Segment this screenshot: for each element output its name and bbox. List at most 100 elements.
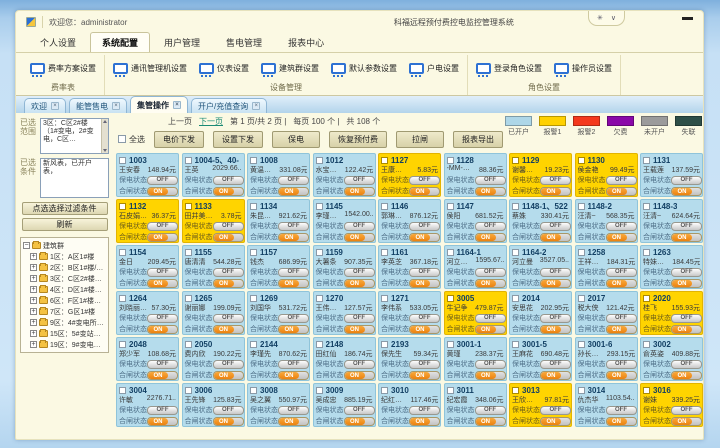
meter-card[interactable]: 1131王载莲137.59元保电状态OFF合闸状态ON bbox=[640, 153, 703, 197]
card-checkbox[interactable] bbox=[381, 341, 388, 348]
card-checkbox[interactable] bbox=[578, 249, 585, 256]
card-checkbox[interactable] bbox=[185, 341, 192, 348]
meter-card[interactable]: 2148田红仙186.74元保电状态OFF合闸状态ON bbox=[313, 337, 376, 381]
meter-card[interactable]: 1164-2河立曼3527.05..保电状态OFF合闸状态ON bbox=[509, 245, 572, 289]
switch-on-toggle[interactable]: ON bbox=[213, 371, 244, 380]
switch-on-toggle[interactable]: ON bbox=[475, 417, 506, 426]
switch-on-toggle[interactable]: ON bbox=[671, 417, 702, 426]
meter-card[interactable]: 1269刘国华531.72元保电状态OFF合闸状态ON bbox=[247, 291, 310, 335]
switch-on-toggle[interactable]: ON bbox=[147, 187, 178, 196]
switch-on-toggle[interactable]: ON bbox=[475, 279, 506, 288]
close-icon[interactable] bbox=[252, 102, 260, 110]
menu-tab-1[interactable]: 系统配置 bbox=[90, 32, 150, 52]
switch-on-toggle[interactable]: ON bbox=[540, 371, 571, 380]
tree-item[interactable]: 1区：A区1#楼 bbox=[23, 251, 107, 262]
pick-filter-button[interactable]: 点选选择过滤条件 bbox=[22, 202, 108, 215]
protect-off-toggle[interactable]: OFF bbox=[540, 222, 571, 231]
tree-item[interactable]: 6区：F区1#楼（F区1#… bbox=[23, 295, 107, 306]
card-checkbox[interactable] bbox=[119, 387, 126, 394]
ribbon-button[interactable]: 费率方案设置 bbox=[28, 62, 98, 75]
meter-card[interactable]: 2144李瑾先870.62元保电状态OFF合闸状态ON bbox=[247, 337, 310, 381]
switch-on-toggle[interactable]: ON bbox=[344, 187, 375, 196]
meter-card[interactable]: 1264刘晓丽…57.30元保电状态OFF合闸状态ON bbox=[116, 291, 179, 335]
card-checkbox[interactable] bbox=[578, 295, 585, 302]
menu-tab-4[interactable]: 报表中心 bbox=[276, 32, 336, 52]
card-checkbox[interactable] bbox=[447, 341, 454, 348]
expand-icon[interactable] bbox=[30, 264, 37, 271]
card-checkbox[interactable] bbox=[185, 295, 192, 302]
protect-off-toggle[interactable]: OFF bbox=[213, 406, 244, 415]
close-icon[interactable] bbox=[51, 102, 59, 110]
expand-icon[interactable] bbox=[30, 275, 37, 282]
card-checkbox[interactable] bbox=[447, 295, 454, 302]
meter-card[interactable]: 3010纪红霞…117.46元保电状态OFF合闸状态ON bbox=[378, 383, 441, 427]
card-checkbox[interactable] bbox=[512, 249, 519, 256]
switch-on-toggle[interactable]: ON bbox=[278, 233, 309, 242]
expand-icon[interactable] bbox=[30, 330, 37, 337]
meter-card[interactable]: 1154金日209.45元保电状态OFF合闸状态ON bbox=[116, 245, 179, 289]
action-button-4[interactable]: 拉闸 bbox=[396, 131, 444, 148]
select-all[interactable]: 全选 bbox=[118, 134, 145, 145]
switch-on-toggle[interactable]: ON bbox=[344, 417, 375, 426]
meter-card[interactable]: 1129谢馨…19.23元保电状态OFF合闸状态ON bbox=[509, 153, 572, 197]
meter-card[interactable]: 3006王先锋125.83元保电状态OFF合闸状态ON bbox=[182, 383, 245, 427]
meter-card[interactable]: 1157钱杰686.99元保电状态OFF合闸状态ON bbox=[247, 245, 310, 289]
meter-card[interactable]: 3004许敏2276.71..保电状态OFF合闸状态ON bbox=[116, 383, 179, 427]
card-checkbox[interactable] bbox=[381, 295, 388, 302]
protect-off-toggle[interactable]: OFF bbox=[213, 176, 244, 185]
switch-on-toggle[interactable]: ON bbox=[606, 371, 637, 380]
card-checkbox[interactable] bbox=[250, 203, 257, 210]
protect-off-toggle[interactable]: OFF bbox=[540, 176, 571, 185]
selected-condition-box[interactable]: 新风表，已开户表， bbox=[40, 158, 109, 198]
switch-on-toggle[interactable]: ON bbox=[540, 279, 571, 288]
card-checkbox[interactable] bbox=[512, 295, 519, 302]
select-all-checkbox[interactable] bbox=[118, 135, 126, 143]
ribbon-button[interactable]: 通讯管理机设置 bbox=[111, 62, 189, 75]
expand-icon[interactable] bbox=[30, 286, 37, 293]
expand-icon[interactable] bbox=[30, 297, 37, 304]
switch-on-toggle[interactable]: ON bbox=[671, 325, 702, 334]
doc-tab-3[interactable]: 开户/充值查询 bbox=[191, 98, 267, 113]
switch-on-toggle[interactable]: ON bbox=[344, 325, 375, 334]
card-checkbox[interactable] bbox=[381, 203, 388, 210]
expand-icon[interactable] bbox=[30, 253, 37, 260]
meter-card[interactable]: 1161李英芝367.18元保电状态OFF合闸状态ON bbox=[378, 245, 441, 289]
switch-on-toggle[interactable]: ON bbox=[278, 325, 309, 334]
card-checkbox[interactable] bbox=[185, 387, 192, 394]
meter-card[interactable]: 3005牛记争479.87元保电状态OFF合闸状态ON bbox=[444, 291, 507, 335]
protect-off-toggle[interactable]: OFF bbox=[147, 314, 178, 323]
protect-off-toggle[interactable]: OFF bbox=[278, 268, 309, 277]
ribbon-button[interactable]: 建筑群设置 bbox=[259, 62, 321, 75]
meter-card[interactable]: 3008吴之翼550.97元保电状态OFF合闸状态ON bbox=[247, 383, 310, 427]
switch-on-toggle[interactable]: ON bbox=[147, 371, 178, 380]
switch-on-toggle[interactable]: ON bbox=[671, 233, 702, 242]
meter-card[interactable]: 1164-1河立曼…1595.67..保电状态OFF合闸状态ON bbox=[444, 245, 507, 289]
protect-off-toggle[interactable]: OFF bbox=[344, 222, 375, 231]
protect-off-toggle[interactable]: OFF bbox=[409, 176, 440, 185]
meter-card[interactable]: 3016谢妹339.25元保电状态OFF合闸状态ON bbox=[640, 383, 703, 427]
card-checkbox[interactable] bbox=[578, 387, 585, 394]
meter-card[interactable]: 2048郑少军108.68元保电状态OFF合闸状态ON bbox=[116, 337, 179, 381]
protect-off-toggle[interactable]: OFF bbox=[475, 268, 506, 277]
card-checkbox[interactable] bbox=[512, 157, 519, 164]
scrollbar[interactable] bbox=[101, 119, 108, 153]
protect-off-toggle[interactable]: OFF bbox=[278, 176, 309, 185]
protect-off-toggle[interactable]: OFF bbox=[540, 314, 571, 323]
protect-off-toggle[interactable]: OFF bbox=[606, 222, 637, 231]
protect-off-toggle[interactable]: OFF bbox=[606, 268, 637, 277]
card-checkbox[interactable] bbox=[316, 387, 323, 394]
card-checkbox[interactable] bbox=[119, 203, 126, 210]
tree-item[interactable]: 2区：B区1#楼/B区1#… bbox=[23, 262, 107, 273]
switch-on-toggle[interactable]: ON bbox=[475, 325, 506, 334]
switch-on-toggle[interactable]: ON bbox=[147, 417, 178, 426]
meter-card[interactable]: 2020桂飞155.93元保电状态OFF合闸状态ON bbox=[640, 291, 703, 335]
card-checkbox[interactable] bbox=[119, 157, 126, 164]
card-checkbox[interactable] bbox=[643, 295, 650, 302]
menu-tab-3[interactable]: 售电管理 bbox=[214, 32, 274, 52]
protect-off-toggle[interactable]: OFF bbox=[606, 360, 637, 369]
protect-off-toggle[interactable]: OFF bbox=[213, 314, 244, 323]
protect-off-toggle[interactable]: OFF bbox=[409, 360, 440, 369]
minimize-button[interactable] bbox=[682, 17, 693, 20]
card-checkbox[interactable] bbox=[512, 341, 519, 348]
card-checkbox[interactable] bbox=[447, 387, 454, 394]
